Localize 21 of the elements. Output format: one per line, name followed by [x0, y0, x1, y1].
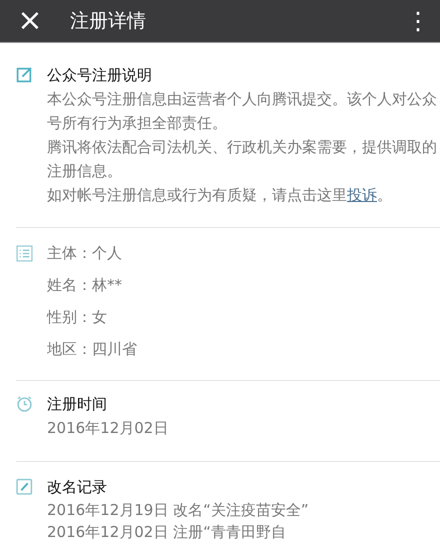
alarm-clock-icon — [16, 395, 33, 412]
notice-paragraph: 本公众号注册信息由运营者个人向腾讯提交。该个人对公众号所有行为承担全部责任。 — [47, 89, 437, 134]
info-row-text: 地区：四川省 — [47, 339, 138, 360]
info-row-text: 性别：女 — [47, 307, 108, 328]
info-row-text: 2016年12月02日 — [47, 418, 170, 439]
complaint-link[interactable]: 投诉 — [347, 186, 377, 204]
section-title: 改名记录 — [47, 477, 108, 498]
info-row-text: 2016年12月19日 改名“关注疫苗安全” — [47, 500, 310, 521]
info-row-text: 姓名：林** — [47, 275, 123, 296]
notice-paragraph: 如对帐号注册信息或行为有质疑，请点击这里投诉。 — [47, 185, 393, 206]
menu-button[interactable]: ⋮ — [396, 7, 440, 35]
close-button[interactable]: × — [10, 6, 50, 36]
notice-paragraph: 腾讯将依法配合司法机关、行政机关办案需要，提供调取的注册信息。 — [47, 137, 437, 182]
info-row-text: 2016年12月02日 注册“青青田野自 — [47, 522, 287, 543]
list-icon — [16, 245, 33, 262]
pencil-icon — [16, 478, 33, 495]
section-title: 注册时间 — [47, 394, 108, 415]
edit-icon — [16, 66, 33, 83]
page-title: 注册详情 — [70, 9, 147, 34]
info-row-text: 主体：个人 — [47, 243, 123, 264]
section-title: 公众号注册说明 — [47, 65, 153, 86]
